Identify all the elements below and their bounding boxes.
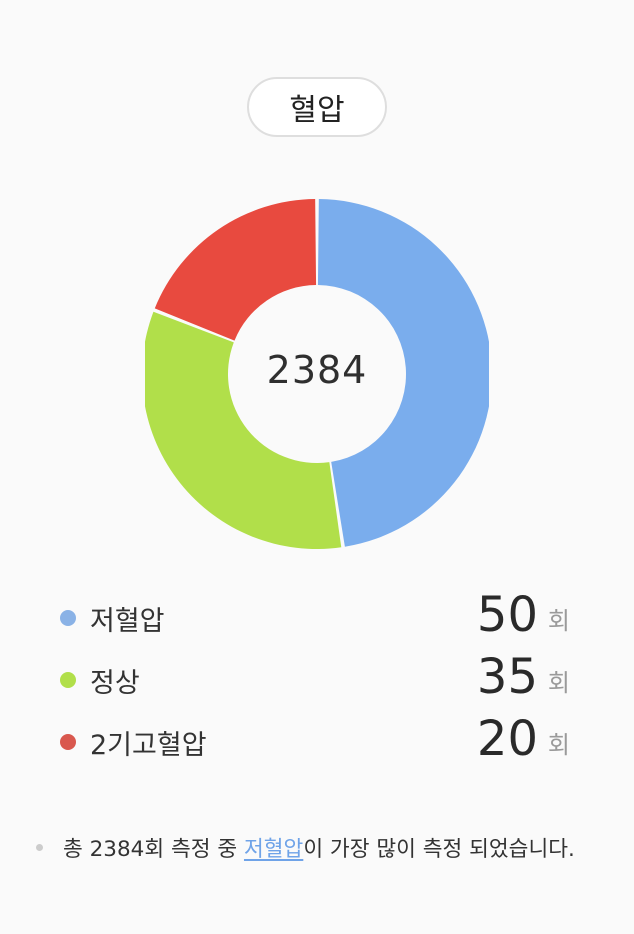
legend-value-high: 20 [476, 711, 538, 767]
legend: 저혈압 50 회 정상 35 회 2기고혈압 20 회 [60, 587, 580, 773]
summary-prefix: 총 2384회 측정 중 [63, 837, 244, 862]
summary-suffix: 이 가장 많이 측정 되었습니다. [303, 837, 575, 862]
legend-unit-low: 회 [547, 607, 570, 635]
summary-bullet-icon [36, 843, 43, 851]
legend-dot-low [60, 610, 76, 626]
legend-dot-high [60, 734, 76, 750]
donut-slice-high [154, 199, 317, 341]
legend-label-normal: 정상 [90, 668, 140, 699]
summary-text: 총 2384회 측정 중 저혈압이 가장 많이 측정 되었습니다. [36, 832, 616, 863]
page-title-pill: 혈압 [247, 77, 387, 137]
legend-item-normal: 정상 35 회 [60, 649, 580, 711]
donut-chart: 2384 [145, 196, 489, 552]
legend-item-low: 저혈압 50 회 [60, 587, 580, 649]
page-title: 혈압 [289, 93, 345, 128]
legend-unit-normal: 회 [547, 669, 570, 697]
legend-value-normal: 35 [476, 649, 538, 705]
center-total-label: 2384 [266, 348, 368, 392]
legend-label-low: 저혈압 [90, 606, 165, 637]
legend-dot-normal [60, 672, 76, 688]
legend-label-high: 2기고혈압 [90, 730, 207, 761]
summary-highlight: 저혈압 [243, 837, 304, 862]
legend-value-low: 50 [476, 587, 538, 643]
legend-item-high: 2기고혈압 20 회 [60, 711, 580, 773]
legend-unit-high: 회 [547, 731, 570, 759]
